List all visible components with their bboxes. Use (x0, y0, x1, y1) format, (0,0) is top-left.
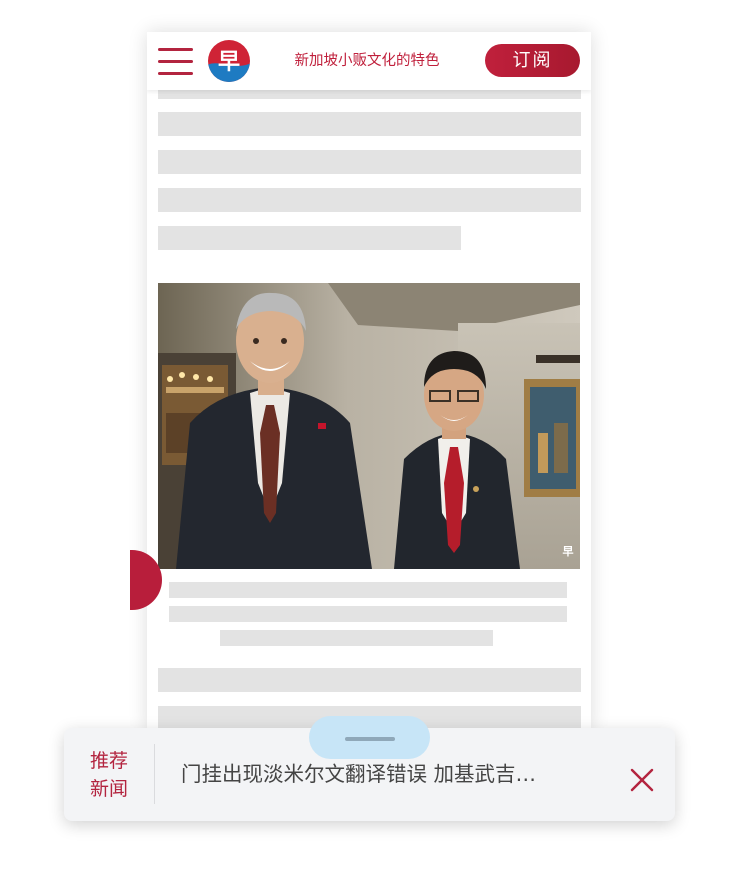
caption-placeholder-line (169, 606, 567, 622)
page-title: 新加坡小贩文化的特色 (294, 53, 440, 69)
caption-placeholder-line (220, 630, 493, 646)
logo-glyph: 早 (218, 50, 240, 75)
text-placeholder-line (158, 112, 581, 136)
menu-bar-line (158, 60, 193, 63)
recommend-label-line1: 推荐 (89, 750, 128, 772)
hamburger-menu-icon[interactable] (158, 46, 193, 76)
photo-watermark: 早 (563, 545, 574, 558)
recommend-label-line2: 新闻 (89, 778, 128, 800)
article-photo: 早 (158, 283, 580, 569)
two-men-in-suits-photo: 早 (158, 283, 580, 569)
zaobao-logo-icon[interactable]: 早 (207, 39, 251, 83)
top-header: 早 新加坡小贩文化的特色 订阅 (147, 32, 591, 90)
text-placeholder-line (158, 188, 581, 212)
close-icon[interactable] (630, 768, 654, 792)
recommend-drawer-handle[interactable] (309, 716, 430, 759)
text-placeholder-line (158, 90, 581, 99)
caption-placeholder-line (169, 582, 567, 598)
text-placeholder-line (158, 668, 581, 692)
subscribe-button[interactable]: 订阅 (485, 44, 580, 77)
drag-handle-line (345, 737, 395, 741)
text-placeholder-line (158, 226, 461, 250)
text-placeholder-line (158, 150, 581, 174)
divider (154, 744, 155, 804)
screen: 早 新加坡小贩文化的特色 订阅 早 推荐 新闻 门挂出现淡米尔文翻译错误 加基武… (0, 0, 740, 870)
menu-bar-line (158, 72, 193, 75)
menu-bar-line (158, 48, 193, 51)
recommend-label: 推荐 新闻 (80, 747, 138, 803)
mobile-page: 早 新加坡小贩文化的特色 订阅 早 (147, 32, 591, 732)
